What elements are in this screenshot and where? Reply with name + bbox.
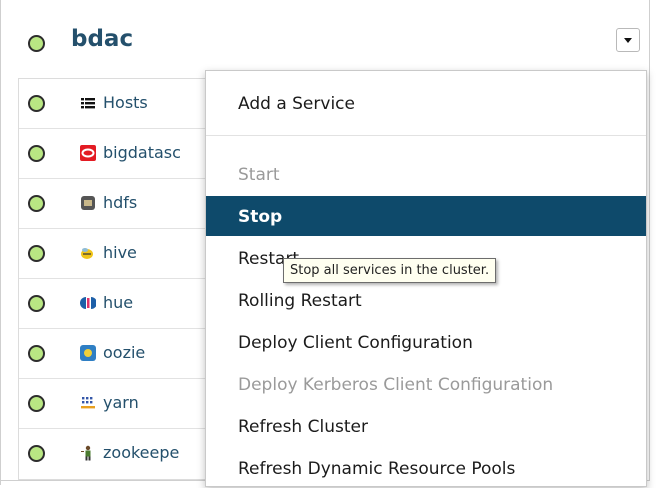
menu-item-label: Rolling Restart [238, 291, 362, 311]
stop-tooltip: Stop all services in the cluster. [283, 258, 497, 283]
service-link[interactable]: Hosts [103, 93, 219, 112]
menu-item-label: Stop [238, 207, 283, 227]
menu-item-label: Refresh Dynamic Resource Pools [238, 459, 516, 479]
cluster-actions-dropdown-button[interactable] [616, 28, 640, 52]
status-ok-icon [28, 345, 45, 362]
service-link[interactable]: hive [103, 243, 219, 262]
caret-down-icon [624, 38, 632, 43]
status-ok-icon [28, 295, 45, 312]
menu-item-stop[interactable]: Stop [206, 196, 646, 236]
service-row-zookeeper: zookeepe [19, 429, 219, 479]
menu-item-start: Start [206, 154, 646, 194]
hosts-list-icon [81, 98, 95, 109]
status-ok-icon [28, 245, 45, 262]
status-ok-icon [28, 95, 45, 112]
oracle-bigdata-icon [80, 145, 96, 161]
zookeeper-icon [81, 445, 91, 461]
oozie-icon [80, 345, 96, 361]
cluster-view: bdac Hosts bigdatasc hdfs hive hue oozie… [0, 0, 657, 488]
menu-item-deploy-kerberos-config: Deploy Kerberos Client Configuration [206, 364, 646, 404]
yarn-icon [81, 397, 95, 409]
cluster-name-link[interactable]: bdac [71, 26, 133, 52]
service-link[interactable]: hue [103, 293, 219, 312]
service-row-hosts: Hosts [19, 79, 219, 129]
menu-item-label: Start [238, 165, 280, 185]
menu-item-deploy-client-config[interactable]: Deploy Client Configuration [206, 322, 646, 362]
status-ok-icon [28, 395, 45, 412]
status-ok-icon [28, 195, 45, 212]
service-link[interactable]: zookeepe [103, 443, 219, 462]
hdfs-icon [81, 196, 95, 210]
service-link[interactable]: yarn [103, 393, 219, 412]
hue-icon [80, 297, 96, 309]
menu-item-add-service[interactable]: Add a Service [206, 83, 646, 123]
service-link[interactable]: bigdatasc [103, 143, 219, 162]
service-row-hue: hue [19, 279, 219, 329]
cluster-status-icon [28, 35, 45, 52]
menu-divider [206, 135, 646, 136]
service-row-bigdatasc: bigdatasc [19, 129, 219, 179]
menu-item-refresh-cluster[interactable]: Refresh Cluster [206, 406, 646, 446]
menu-item-label: Deploy Client Configuration [238, 333, 473, 353]
status-ok-icon [28, 145, 45, 162]
menu-item-rolling-restart[interactable]: Rolling Restart [206, 280, 646, 320]
menu-item-label: Deploy Kerberos Client Configuration [238, 375, 554, 395]
menu-item-label: Refresh Cluster [238, 417, 368, 437]
service-row-hdfs: hdfs [19, 179, 219, 229]
service-row-oozie: oozie [19, 329, 219, 379]
hive-bee-icon [81, 248, 93, 259]
menu-item-label: Add a Service [238, 94, 355, 114]
service-row-yarn: yarn [19, 379, 219, 429]
service-link[interactable]: hdfs [103, 193, 219, 212]
service-link[interactable]: oozie [103, 343, 219, 362]
service-row-hive: hive [19, 229, 219, 279]
cluster-header: bdac [0, 0, 650, 72]
menu-item-refresh-resource-pools[interactable]: Refresh Dynamic Resource Pools [206, 448, 646, 488]
services-list: Hosts bigdatasc hdfs hive hue oozie yarn… [18, 78, 219, 480]
status-ok-icon [28, 445, 45, 462]
